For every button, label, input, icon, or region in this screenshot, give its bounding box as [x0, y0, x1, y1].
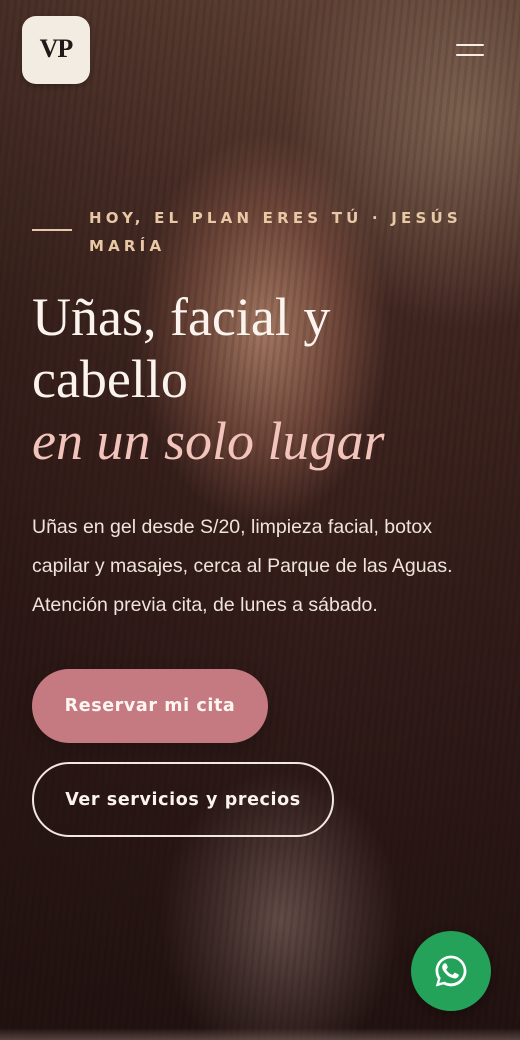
hero-headline: Uñas, facial y cabello en un solo lugar: [32, 286, 492, 472]
headline-line-1: Uñas, facial y: [32, 287, 331, 347]
book-appointment-button[interactable]: Reservar mi cita: [32, 669, 268, 743]
menu-bar-bottom: [456, 54, 484, 56]
eyebrow-text: HOY, EL PLAN ERES TÚ · JESÚS MARÍA: [89, 209, 462, 255]
headline-line-2: cabello: [32, 349, 188, 409]
hero-description: Uñas en gel desde S/20, limpieza facial,…: [32, 516, 453, 616]
next-section-edge: [0, 1028, 520, 1040]
eyebrow-divider: [32, 229, 72, 231]
menu-bar-top: [456, 44, 484, 46]
whatsapp-button[interactable]: [411, 931, 491, 1011]
view-services-button[interactable]: Ver servicios y precios: [32, 762, 334, 837]
hamburger-menu-icon[interactable]: [456, 40, 484, 60]
whatsapp-icon: [435, 955, 467, 987]
headline-accent: en un solo lugar: [32, 411, 385, 471]
hero-eyebrow: HOY, EL PLAN ERES TÚ · JESÚS MARÍA: [32, 204, 482, 260]
hero-screen: VP HOY, EL PLAN ERES TÚ · JESÚS MARÍA Uñ…: [0, 0, 520, 1040]
brand-logo[interactable]: VP: [22, 16, 90, 84]
logo-monogram: VP: [39, 33, 74, 63]
